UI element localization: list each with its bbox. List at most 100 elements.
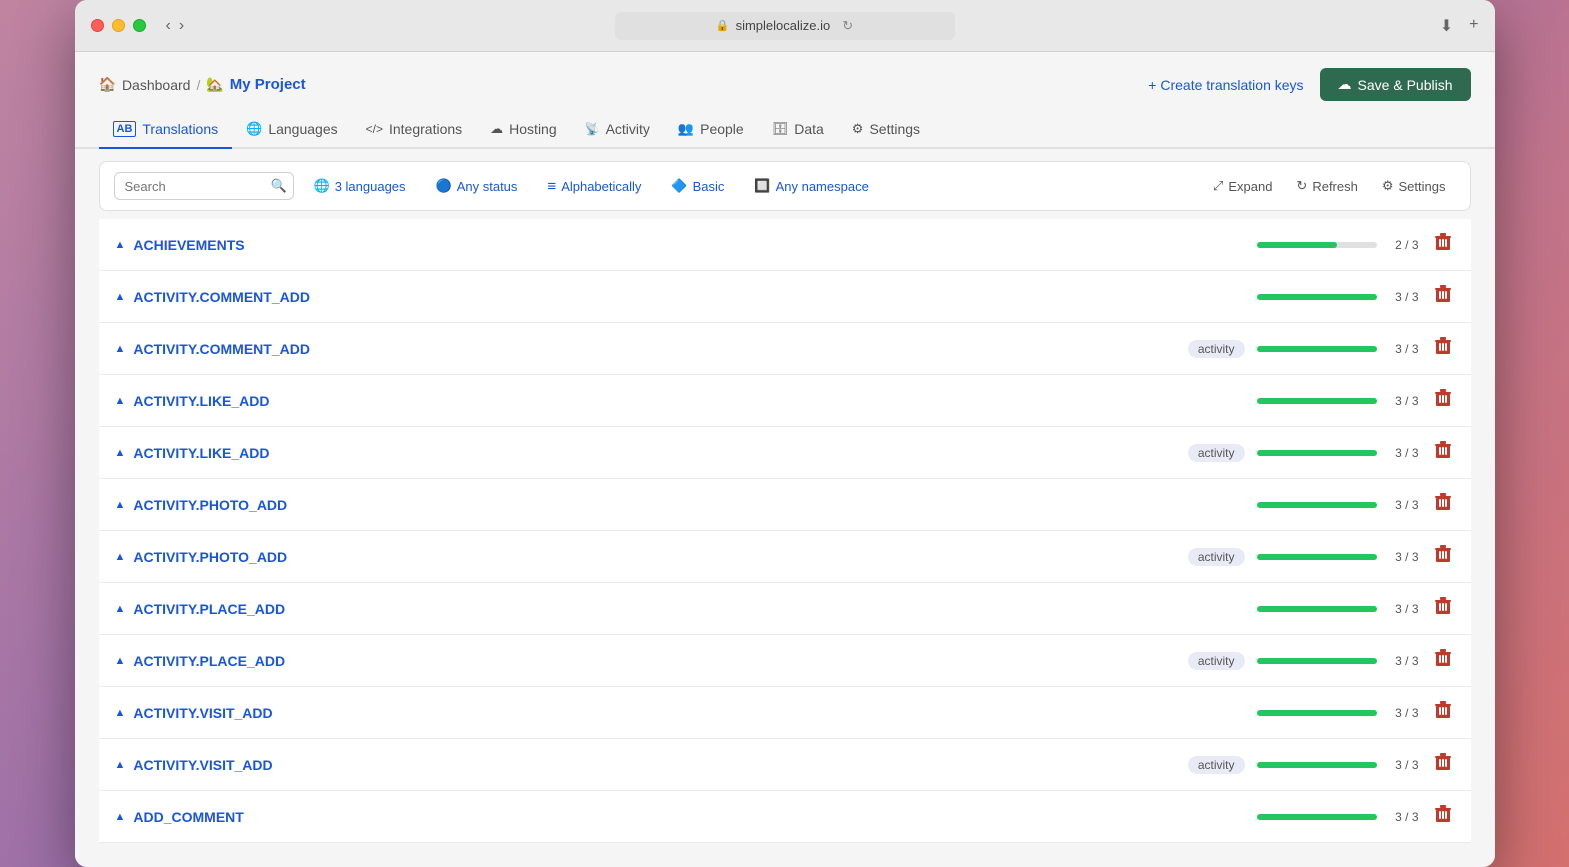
chevron-icon: ▲ (115, 343, 126, 355)
progress-bar (1257, 242, 1377, 248)
item-right: 3 / 3 (1257, 699, 1455, 726)
table-row[interactable]: ▲ ACTIVITY.COMMENT_ADD activity 3 / 3 (99, 323, 1471, 375)
progress-fill (1257, 762, 1377, 768)
progress-bar (1257, 502, 1377, 508)
languages-icon: 🌐 (246, 121, 262, 137)
tab-settings[interactable]: ⚙ Settings (838, 113, 934, 149)
tab-data[interactable]: 🗄 Data (758, 113, 838, 149)
refresh-button[interactable]: ↻ Refresh (1286, 173, 1367, 199)
table-row[interactable]: ▲ ACTIVITY.PLACE_ADD activity 3 / 3 (99, 635, 1471, 687)
url-bar[interactable]: 🔒 simplelocalize.io ↻ (615, 12, 955, 40)
table-row[interactable]: ▲ ADD_COMMENT 3 / 3 (99, 791, 1471, 843)
languages-filter-button[interactable]: 🌐 3 languages (304, 173, 416, 199)
namespace-badge: activity (1188, 340, 1245, 358)
namespace-badge: activity (1188, 548, 1245, 566)
table-row[interactable]: ▲ ACTIVITY.LIKE_ADD activity 3 / 3 (99, 427, 1471, 479)
chevron-icon: ▲ (115, 655, 126, 667)
status-filter-button[interactable]: 🔵 Any status (426, 173, 528, 199)
namespace-badge: activity (1188, 756, 1245, 774)
progress-label: 3 / 3 (1389, 394, 1419, 408)
table-row[interactable]: ▲ ACTIVITY.PHOTO_ADD activity 3 / 3 (99, 531, 1471, 583)
delete-button[interactable] (1431, 283, 1455, 310)
table-row[interactable]: ▲ ACHIEVEMENTS 2 / 3 (99, 219, 1471, 271)
table-row[interactable]: ▲ ACTIVITY.VISIT_ADD 3 / 3 (99, 687, 1471, 739)
settings-tab-icon: ⚙ (852, 121, 864, 137)
settings-button[interactable]: ⚙ Settings (1372, 173, 1456, 199)
add-tab-icon[interactable]: + (1469, 16, 1478, 36)
main-content: 🏠 Dashboard / 🏡 My Project + Create tran… (75, 52, 1495, 867)
tier-filter-button[interactable]: 🔷 Basic (661, 173, 734, 199)
table-row[interactable]: ▲ ACTIVITY.LIKE_ADD 3 / 3 (99, 375, 1471, 427)
item-right: 2 / 3 (1257, 231, 1455, 258)
delete-button[interactable] (1431, 595, 1455, 622)
search-box[interactable]: 🔍 (114, 172, 294, 200)
progress-bar (1257, 554, 1377, 560)
topbar: 🏠 Dashboard / 🏡 My Project + Create tran… (75, 52, 1495, 101)
table-row[interactable]: ▲ ACTIVITY.PLACE_ADD 3 / 3 (99, 583, 1471, 635)
settings-icon: ⚙ (1382, 178, 1394, 194)
progress-fill (1257, 398, 1377, 404)
minimize-button[interactable] (112, 19, 125, 32)
maximize-button[interactable] (133, 19, 146, 32)
delete-button[interactable] (1431, 439, 1455, 466)
tab-people[interactable]: 👥 People (664, 113, 758, 149)
expand-button[interactable]: ⤢ Expand (1203, 173, 1283, 199)
progress-label: 3 / 3 (1389, 654, 1419, 668)
tab-translations[interactable]: AB Translations (99, 113, 233, 149)
delete-button[interactable] (1431, 335, 1455, 362)
translation-list: ▲ ACHIEVEMENTS 2 / 3 ▲ ACTIVITY.COMMENT_… (75, 219, 1495, 867)
progress-bar (1257, 814, 1377, 820)
tab-integrations-label: Integrations (389, 121, 462, 137)
chevron-icon: ▲ (115, 603, 126, 615)
integrations-icon: </> (366, 122, 383, 136)
trash-icon (1435, 233, 1451, 251)
progress-fill (1257, 606, 1377, 612)
progress-fill (1257, 502, 1377, 508)
sort-filter-button[interactable]: ≡ Alphabetically (537, 173, 651, 200)
progress-fill (1257, 346, 1377, 352)
tab-integrations[interactable]: </> Integrations (352, 113, 477, 149)
item-right: 3 / 3 (1257, 803, 1455, 830)
table-row[interactable]: ▲ ACTIVITY.VISIT_ADD activity 3 / 3 (99, 739, 1471, 791)
progress-label: 3 / 3 (1389, 498, 1419, 512)
progress-bar (1257, 346, 1377, 352)
delete-button[interactable] (1431, 751, 1455, 778)
save-publish-button[interactable]: ☁ Save & Publish (1320, 68, 1471, 101)
namespace-badge: activity (1188, 652, 1245, 670)
table-row[interactable]: ▲ ACTIVITY.PHOTO_ADD 3 / 3 (99, 479, 1471, 531)
progress-label: 3 / 3 (1389, 550, 1419, 564)
delete-button[interactable] (1431, 491, 1455, 518)
delete-button[interactable] (1431, 803, 1455, 830)
delete-button[interactable] (1431, 387, 1455, 414)
create-keys-button[interactable]: + Create translation keys (1148, 77, 1303, 93)
table-row[interactable]: ▲ ACTIVITY.COMMENT_ADD 3 / 3 (99, 271, 1471, 323)
delete-button[interactable] (1431, 699, 1455, 726)
tab-hosting[interactable]: ☁ Hosting (476, 113, 570, 149)
people-icon: 👥 (678, 121, 694, 137)
chevron-icon: ▲ (115, 759, 126, 771)
namespace-filter-button[interactable]: 🔲 Any namespace (744, 173, 878, 199)
search-input[interactable] (125, 179, 265, 194)
close-button[interactable] (91, 19, 104, 32)
progress-fill (1257, 242, 1337, 248)
forward-button[interactable]: › (179, 17, 184, 35)
item-right: 3 / 3 (1257, 387, 1455, 414)
download-icon[interactable]: ⬇ (1440, 16, 1453, 36)
delete-button[interactable] (1431, 647, 1455, 674)
tab-activity[interactable]: 📡 Activity (571, 113, 664, 149)
breadcrumb-project[interactable]: My Project (230, 76, 306, 93)
refresh-label: Refresh (1312, 179, 1358, 194)
delete-button[interactable] (1431, 231, 1455, 258)
back-button[interactable]: ‹ (166, 17, 171, 35)
reload-icon[interactable]: ↻ (842, 18, 853, 34)
translation-key: ACHIEVEMENTS (133, 237, 1256, 253)
project-icon: 🏡 (206, 76, 223, 93)
translation-key: ADD_COMMENT (133, 809, 1256, 825)
breadcrumb-home[interactable]: Dashboard (122, 77, 191, 93)
progress-label: 3 / 3 (1389, 602, 1419, 616)
expand-label: Expand (1228, 179, 1272, 194)
namespace-badge: activity (1188, 444, 1245, 462)
delete-button[interactable] (1431, 543, 1455, 570)
url-text: simplelocalize.io (736, 18, 831, 33)
tab-languages[interactable]: 🌐 Languages (232, 113, 351, 149)
